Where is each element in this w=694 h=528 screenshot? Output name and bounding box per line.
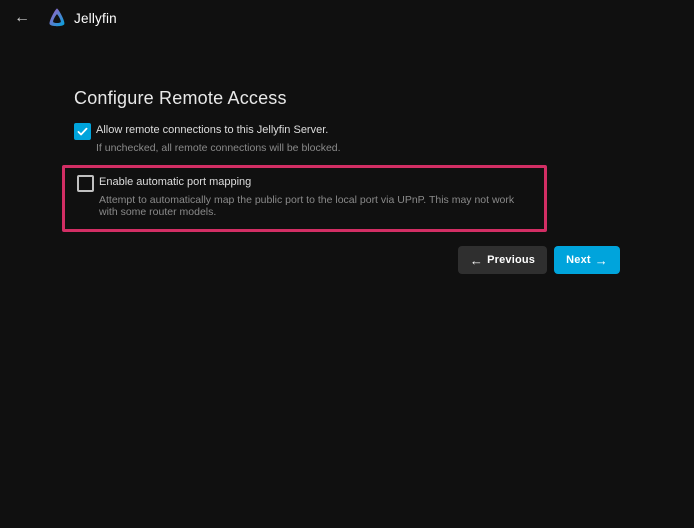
port-mapping-texts: Enable automatic port mapping Attempt to… — [99, 174, 532, 218]
previous-button[interactable]: ← Previous — [458, 246, 547, 274]
remote-connections-group: Allow remote connections to this Jellyfi… — [74, 122, 620, 154]
back-arrow-icon: ← — [14, 10, 30, 26]
page-title: Configure Remote Access — [74, 88, 620, 109]
remote-connections-description: If unchecked, all remote connections wil… — [96, 142, 341, 154]
remote-connections-label: Allow remote connections to this Jellyfi… — [96, 124, 341, 137]
remote-connections-texts: Allow remote connections to this Jellyfi… — [96, 122, 341, 154]
remote-connections-checkbox-row[interactable]: Allow remote connections to this Jellyfi… — [74, 122, 620, 154]
checkmark-icon — [76, 125, 89, 138]
app-logo: Jellyfin — [46, 7, 117, 29]
remote-connections-checkbox[interactable] — [74, 123, 91, 140]
wizard-content: Configure Remote Access Allow remote con… — [74, 88, 620, 274]
topbar: ← Jellyfin — [0, 0, 694, 36]
back-button[interactable]: ← — [10, 6, 34, 30]
app-name: Jellyfin — [74, 11, 117, 26]
port-mapping-description: Attempt to automatically map the public … — [99, 194, 532, 218]
port-mapping-label: Enable automatic port mapping — [99, 176, 532, 189]
wizard-actions: ← Previous Next → — [74, 246, 620, 274]
port-mapping-checkbox[interactable] — [77, 175, 94, 192]
arrow-right-icon: → — [595, 254, 608, 267]
next-button[interactable]: Next → — [554, 246, 620, 274]
previous-button-label: Previous — [487, 254, 535, 266]
annotation-highlight-box: Enable automatic port mapping Attempt to… — [62, 165, 547, 232]
next-button-label: Next — [566, 254, 591, 266]
jellyfin-logo-icon — [46, 7, 68, 29]
port-mapping-checkbox-row[interactable]: Enable automatic port mapping Attempt to… — [77, 174, 532, 218]
arrow-left-icon: ← — [470, 254, 483, 267]
